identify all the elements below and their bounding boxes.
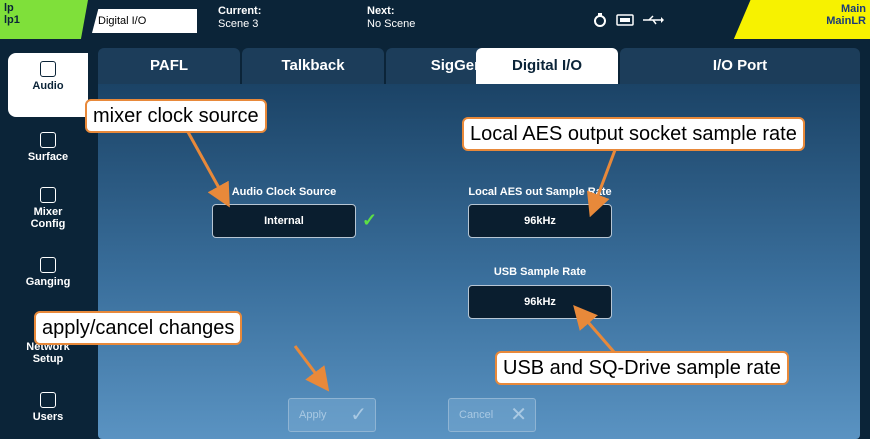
cancel-label: Cancel (459, 409, 494, 421)
tab-digital-io[interactable]: Digital I/O (476, 48, 618, 84)
mixer-config-icon (40, 187, 56, 203)
callout-apply-cancel: apply/cancel changes (34, 311, 243, 345)
next-scene-value: No Scene (367, 18, 416, 30)
main-output-indicator[interactable]: Main MainLR (733, 0, 870, 39)
nav-item-mixer-config[interactable]: Mixer Config (8, 179, 88, 243)
surface-icon (40, 132, 56, 148)
nav-label-mixer-config: Mixer Config (30, 206, 66, 230)
tab-talkback[interactable]: Talkback (242, 48, 384, 84)
tab-bar: PAFL Talkback SigGen Digital I/O I/O Por… (88, 39, 870, 84)
nav-item-audio[interactable]: Audio (8, 53, 88, 117)
cancel-x-icon: ✕ (510, 404, 527, 426)
usb-sample-rate-select[interactable]: 96kHz (468, 285, 612, 319)
main-line-1: Main (840, 3, 866, 15)
apply-button[interactable]: Apply ✓ (288, 398, 376, 432)
nav-item-users[interactable]: Users (8, 384, 88, 439)
check-icon: ✓ (362, 210, 378, 230)
status-icons (592, 12, 664, 28)
current-scene-value: Scene 3 (218, 18, 259, 30)
ip-line-2: lp1 (4, 14, 20, 26)
apply-check-icon: ✓ (350, 404, 367, 426)
audio-clock-source-select[interactable]: Internal (212, 204, 356, 238)
next-scene-label: Next: (367, 5, 395, 17)
current-scene-label: Current: (218, 5, 262, 17)
nav-label-audio: Audio (32, 80, 64, 92)
card-icon (616, 14, 634, 26)
callout-usb-rate: USB and SQ-Drive sample rate (495, 351, 789, 385)
tab-pafl[interactable]: PAFL (98, 48, 240, 84)
aes-sample-rate-select[interactable]: 96kHz (468, 204, 612, 238)
nav-label-surface: Surface (27, 151, 69, 163)
ganging-icon (40, 257, 56, 273)
network-icon (594, 13, 606, 27)
nav-item-ganging[interactable]: Ganging (8, 249, 88, 313)
audio-clock-source-label: Audio Clock Source (231, 186, 337, 198)
callout-aes-rate: Local AES output socket sample rate (462, 117, 805, 151)
nav-label-users: Users (32, 411, 64, 423)
aes-sample-rate-label: Local AES out Sample Rate (468, 186, 612, 198)
nav-label-ganging: Ganging (25, 276, 71, 288)
main-line-2: MainLR (826, 15, 866, 27)
usb-icon (643, 15, 664, 25)
top-status-bar: lp lp1 Digital I/O Current: Scene 3 Next… (0, 0, 870, 39)
users-icon (40, 392, 56, 408)
tab-io-port[interactable]: I/O Port (620, 48, 860, 84)
current-scene[interactable]: Current: Scene 3 (218, 5, 261, 31)
speaker-icon (40, 61, 56, 77)
callout-clock-source: mixer clock source (85, 99, 267, 133)
ip-line-1: lp (4, 2, 14, 14)
next-scene[interactable]: Next: No Scene (367, 5, 415, 31)
usb-sample-rate-label: USB Sample Rate (493, 266, 587, 278)
cancel-button[interactable]: Cancel ✕ (448, 398, 536, 432)
current-screen-name: Digital I/O (92, 9, 197, 33)
side-navigation: Audio Surface Mixer Config Ganging Netwo… (0, 39, 88, 439)
apply-label: Apply (299, 409, 327, 421)
ip-indicator[interactable]: lp lp1 (0, 0, 88, 39)
